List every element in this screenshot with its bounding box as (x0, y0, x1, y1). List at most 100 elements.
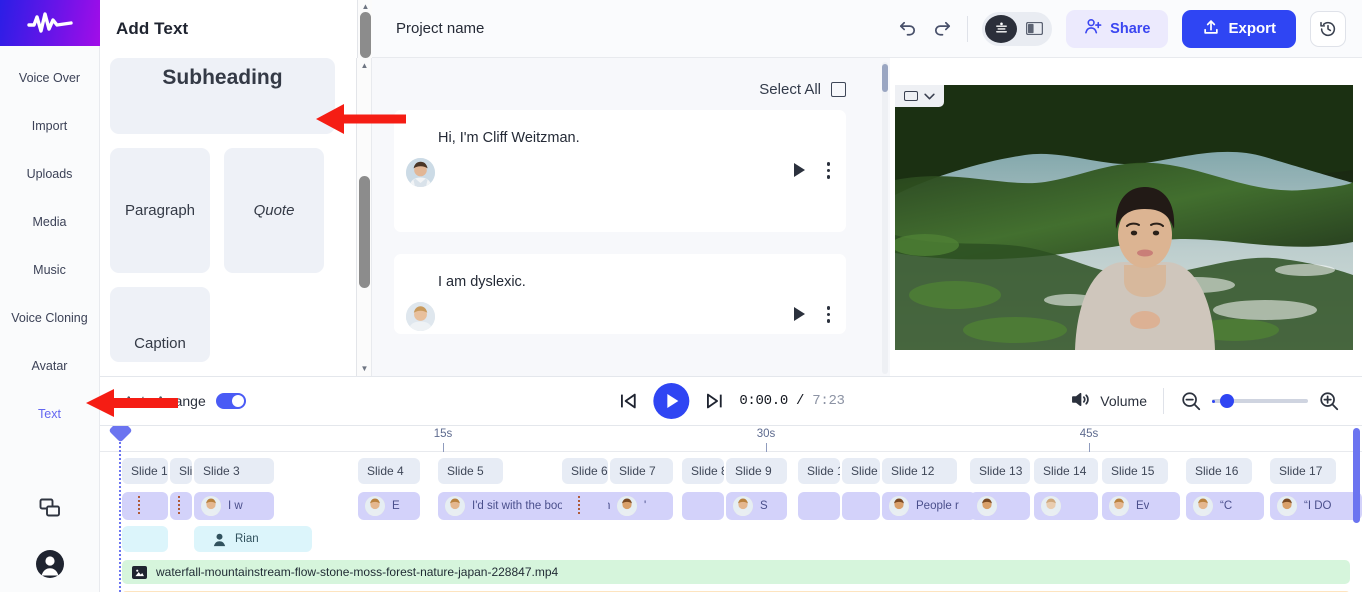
skip-to-end-icon[interactable] (703, 390, 725, 412)
volume-label: Volume (1100, 393, 1147, 409)
voice-clip[interactable] (970, 492, 1030, 520)
sidebar-item-avatar[interactable]: Avatar (0, 342, 99, 390)
aspect-ratio-icon (904, 91, 918, 101)
slide-chip[interactable]: Slide 5 (438, 458, 503, 484)
skip-to-start-icon[interactable] (617, 390, 639, 412)
timeline-ruler[interactable]: 15s 30s 45s (100, 426, 1362, 452)
voice-clip[interactable]: E (358, 492, 420, 520)
slide-chip[interactable]: Slide 3 (194, 458, 274, 484)
share-button[interactable]: Share (1066, 10, 1168, 48)
scene-chip[interactable]: Rian (194, 526, 312, 552)
play-icon[interactable] (794, 307, 805, 321)
text-card-paragraph[interactable]: Paragraph (110, 148, 210, 273)
slide-chip[interactable]: Slide 11 (842, 458, 880, 484)
slide-chip[interactable]: Slide 8 (682, 458, 724, 484)
zoom-out-icon[interactable] (1180, 390, 1202, 412)
sidebar-item-voice-cloning[interactable]: Voice Cloning (0, 294, 99, 342)
zoom-in-icon[interactable] (1318, 390, 1340, 412)
voice-clip[interactable] (798, 492, 840, 520)
timeline-scrollbar[interactable] (1353, 428, 1360, 523)
text-card-quote[interactable]: Quote (224, 148, 324, 273)
select-all-checkbox[interactable] (831, 82, 846, 97)
aspect-ratio-selector[interactable] (895, 85, 944, 107)
slide-label: Slide 13 (979, 464, 1022, 478)
script-block[interactable]: I am dyslexic. (394, 254, 846, 334)
sidebar-item-uploads[interactable]: Uploads (0, 150, 99, 198)
preview-background-video (895, 85, 1353, 350)
auto-arrange-switch[interactable] (216, 393, 246, 409)
slide-chip[interactable]: Slide 12 (882, 458, 957, 484)
slide-chip[interactable]: Slide 7 (610, 458, 673, 484)
voice-clip[interactable]: S (726, 492, 787, 520)
slide-chip[interactable]: Slide 9 (726, 458, 787, 484)
voice-clip[interactable] (562, 492, 608, 520)
voice-clip[interactable]: ' (610, 492, 673, 520)
media-clip[interactable]: waterfall-mountainstream-flow-stone-moss… (122, 560, 1350, 584)
app-logo[interactable] (0, 0, 100, 46)
voice-clip[interactable]: “I DO (1270, 492, 1362, 520)
version-history-icon[interactable] (1310, 11, 1346, 47)
voice-clip[interactable] (170, 492, 192, 520)
undo-arrow-icon[interactable] (897, 18, 918, 39)
text-card-subheading[interactable]: Subheading (110, 58, 335, 134)
voice-clip[interactable] (122, 492, 168, 520)
panel-scrollbar-top-section[interactable]: ▲ (357, 0, 372, 58)
script-block[interactable]: Hi, I'm Cliff Weitzman. (394, 110, 846, 232)
play-icon[interactable] (794, 163, 805, 177)
script-scrollbar-thumb[interactable] (882, 64, 888, 92)
text-card-caption[interactable]: Caption (110, 287, 210, 362)
zoom-slider-handle[interactable] (1220, 394, 1234, 408)
panel-scrollbar-top-thumb[interactable] (360, 12, 371, 58)
view-mode-toggle[interactable] (982, 12, 1052, 46)
slide-chip[interactable]: Slide 2 (170, 458, 192, 484)
account-avatar-icon[interactable] (0, 536, 100, 592)
slide-chip[interactable]: Slide 4 (358, 458, 420, 484)
video-editor-app: Voice Over Import Uploads Media Music Vo… (0, 0, 1362, 592)
play-button[interactable] (653, 383, 689, 419)
layers-icon[interactable] (985, 15, 1017, 43)
slide-chip[interactable]: Slide 10 (798, 458, 840, 484)
video-preview[interactable] (895, 85, 1353, 350)
voice-clip[interactable] (842, 492, 880, 520)
more-vertical-icon[interactable] (827, 306, 831, 323)
slide-chip[interactable]: Slide 15 (1102, 458, 1168, 484)
auto-arrange-toggle[interactable]: Auto Arrange (124, 393, 246, 409)
chat-icon[interactable] (0, 480, 100, 536)
panel-scrollbar-thumb[interactable] (359, 176, 370, 288)
voice-clip[interactable]: Ev (1102, 492, 1180, 520)
playhead[interactable] (119, 426, 121, 592)
slide-chip[interactable]: Slide 1 (122, 458, 168, 484)
export-button[interactable]: Export (1182, 10, 1296, 48)
slide-chip[interactable]: Slide 14 (1034, 458, 1098, 484)
script-scrollbar[interactable] (882, 62, 888, 374)
sidebar-item-media[interactable]: Media (0, 198, 99, 246)
voice-clip[interactable]: “C (1186, 492, 1264, 520)
scene-chip[interactable] (122, 526, 168, 552)
sidebar-item-music[interactable]: Music (0, 246, 99, 294)
script-block-text: I am dyslexic. (438, 272, 830, 292)
voice-clip[interactable] (1034, 492, 1098, 520)
redo-arrow-icon[interactable] (932, 18, 953, 39)
sidebar-item-text[interactable]: Text (0, 390, 99, 438)
zoom-slider[interactable] (1212, 399, 1308, 403)
slide-chip[interactable]: Slide 17 (1270, 458, 1336, 484)
voice-clip[interactable] (682, 492, 724, 520)
scroll-down-icon[interactable]: ▼ (357, 361, 372, 376)
panel-scrollbar[interactable]: ▲ ▼ (356, 58, 371, 376)
select-all-control[interactable]: Select All (394, 68, 872, 110)
volume-control[interactable]: Volume (1070, 390, 1147, 412)
slide-chip[interactable]: Slide 13 (970, 458, 1030, 484)
scroll-up-icon[interactable]: ▲ (357, 58, 372, 73)
panel-icon[interactable] (1019, 15, 1049, 43)
voice-clip[interactable]: People r (882, 492, 976, 520)
panel-title: Add Text (100, 0, 371, 58)
upload-icon (1202, 18, 1220, 40)
sidebar-item-import[interactable]: Import (0, 102, 99, 150)
more-vertical-icon[interactable] (827, 162, 831, 179)
slide-chip[interactable]: Slide 16 (1186, 458, 1252, 484)
voice-clip[interactable]: I w (194, 492, 274, 520)
project-name-field[interactable]: Project name (396, 20, 484, 37)
timeline[interactable]: 15s 30s 45s Slide 1 Slide 2 Slide 3 Slid… (100, 426, 1362, 592)
slide-chip[interactable]: Slide 6 (562, 458, 608, 484)
sidebar-item-voice-over[interactable]: Voice Over (0, 54, 99, 102)
